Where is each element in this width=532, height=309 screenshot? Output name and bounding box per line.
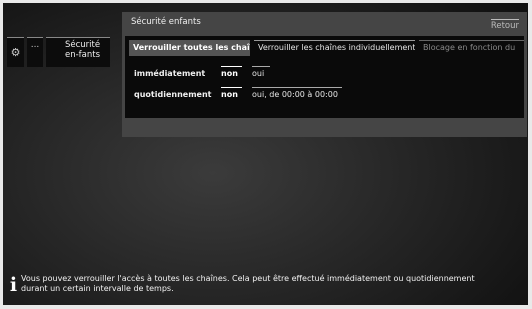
panel-title: Sécurité enfants (131, 17, 201, 27)
settings-area: Verrouiller toutes les chaînes Verrouill… (125, 36, 524, 118)
back-button[interactable]: Retour (490, 19, 520, 31)
sidebar-item-child-safety[interactable]: Sécurité en-fants (46, 37, 110, 67)
row-label-daily: quotidiennement (134, 90, 212, 99)
option-daily-no[interactable]: non (221, 87, 242, 99)
info-text: Vous pouvez verrouiller l'accès à toutes… (21, 274, 475, 293)
side-menu: ⚙ ... Sécurité en-fants (7, 37, 110, 67)
row-label-immediately: immédiatement (134, 69, 206, 78)
tab-block-by-age[interactable]: Blocage en fonction du (419, 40, 524, 56)
more-button[interactable]: ... (27, 37, 43, 67)
tab-lock-channels-individually[interactable]: Verrouiller les chaînes individuellement (254, 40, 415, 56)
child-safety-panel: Sécurité enfants Retour Verrouiller tout… (122, 12, 527, 137)
tab-lock-all-channels[interactable]: Verrouiller toutes les chaînes (129, 40, 250, 56)
option-immediately-yes[interactable]: oui (252, 66, 270, 78)
option-daily-yes[interactable]: oui, de 00:00 à 00:00 (252, 87, 342, 99)
tv-screen: ⚙ ... Sécurité en-fants Sécurité enfants… (3, 3, 528, 305)
more-icon: ... (30, 40, 40, 50)
option-immediately-no[interactable]: non (221, 66, 242, 78)
tab-bar: Verrouiller toutes les chaînes Verrouill… (129, 40, 524, 56)
settings-button[interactable]: ⚙ (7, 37, 24, 67)
info-bar: i Vous pouvez verrouiller l'accès à tout… (3, 269, 528, 303)
info-icon: i (9, 274, 18, 296)
gear-icon: ⚙ (10, 45, 21, 59)
sidebar-item-label: Sécurité en-fants (65, 40, 101, 60)
